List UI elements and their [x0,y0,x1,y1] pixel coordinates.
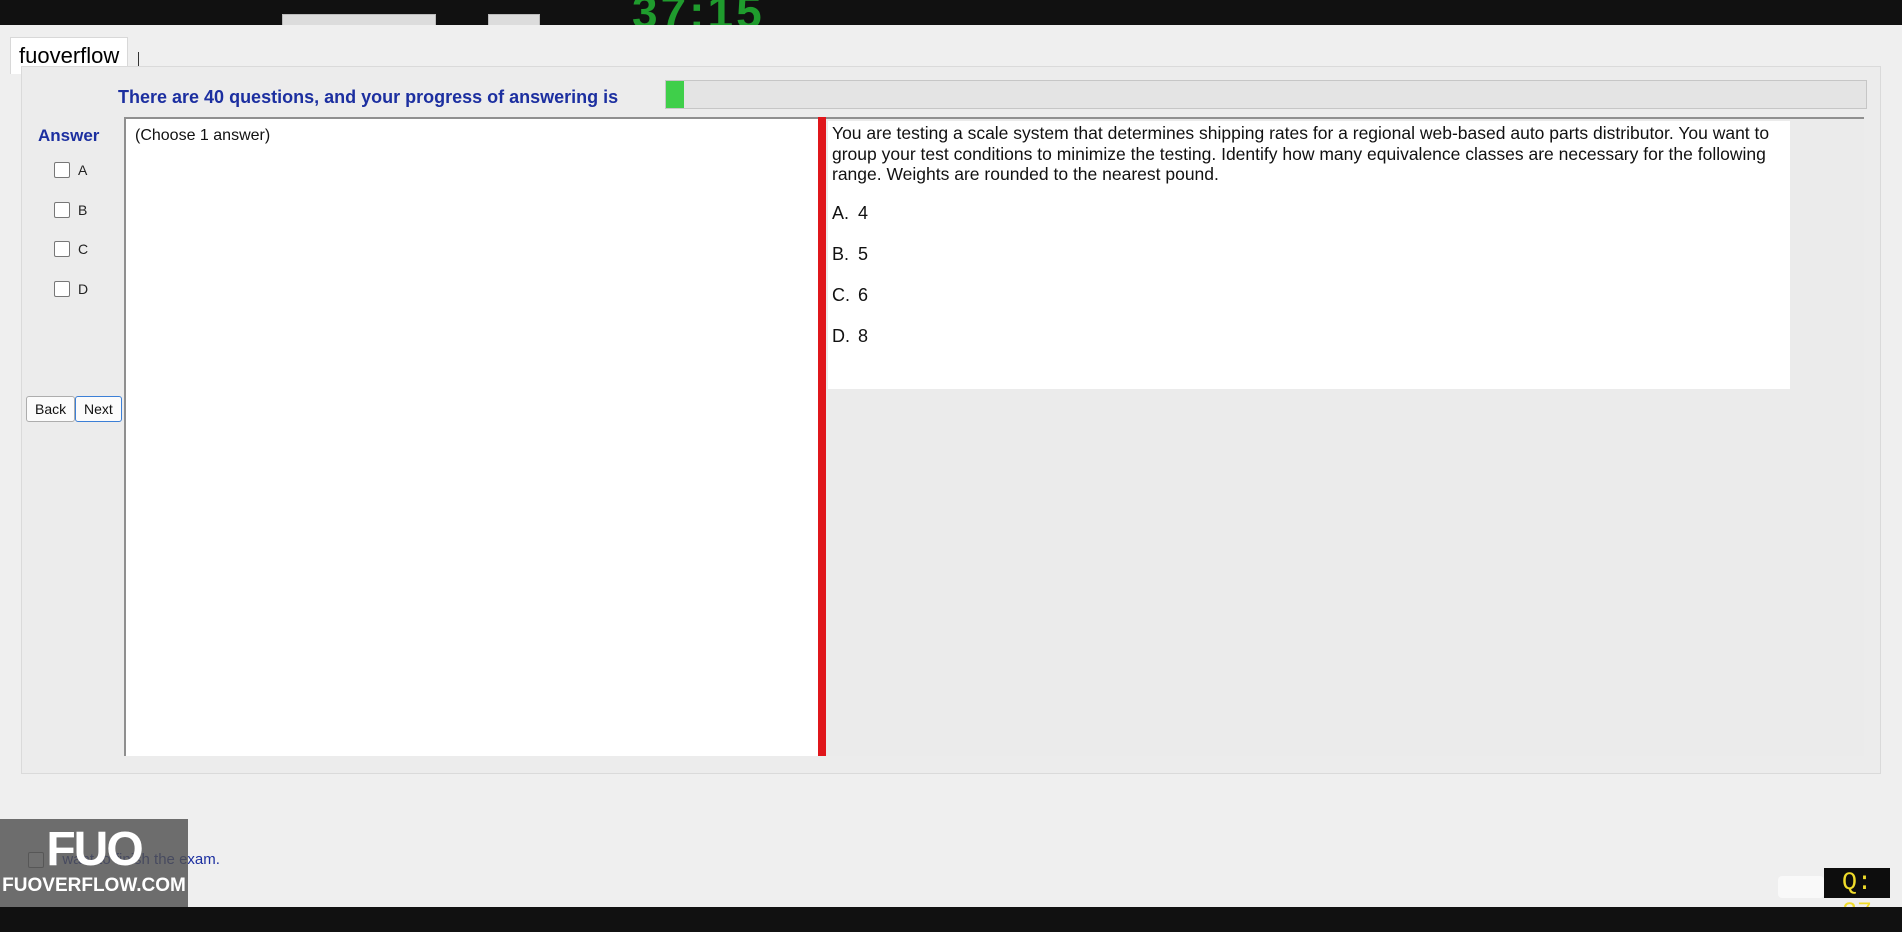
answer-option-d[interactable]: D [54,281,88,297]
answer-notes-panel: (Choose 1 answer) [124,117,819,756]
option-letter: D. [832,326,850,346]
fuoverflow-logo: FUO FUOVERFLOW.COM [0,819,188,907]
logo-text: FUOVERFLOW.COM [2,875,186,896]
bottom-bar [0,907,1902,932]
checkbox[interactable] [54,281,70,297]
top-bar: 37:15 [0,0,1902,25]
option-value: 5 [858,244,869,264]
answer-option-a[interactable]: A [54,162,87,178]
answer-option-b[interactable]: B [54,202,87,218]
back-button[interactable]: Back [26,396,76,422]
checkbox[interactable] [54,162,70,178]
option-value: 8 [858,326,869,346]
question-option-d: D. 8 [832,326,868,347]
toolbar-input[interactable] [488,14,540,25]
answer-option-label: C [78,241,89,257]
option-value: 6 [858,285,869,305]
exam-timer: 37:15 [632,0,765,25]
next-button[interactable]: Next [75,396,122,422]
overlay-patch [1778,876,1824,898]
question-option-b: B. 5 [832,244,868,265]
answer-option-c[interactable]: C [54,241,88,257]
toolbar-dropdown[interactable] [282,14,436,25]
panel-splitter[interactable] [818,117,826,756]
checkbox[interactable] [54,241,70,257]
option-letter: C. [832,285,850,305]
option-value: 4 [858,203,869,223]
progress-label: There are 40 questions, and your progres… [118,87,619,107]
progress-bar [665,80,1867,109]
option-letter: B. [832,244,850,264]
answer-option-label: A [78,162,88,178]
progress-bar-fill [666,81,684,108]
question-number-badge: Q: 27 [1824,868,1890,927]
question-text: You are testing a scale system that dete… [832,123,1770,184]
logo-mark: FUO [46,823,143,876]
checkbox[interactable] [54,202,70,218]
choose-instruction: (Choose 1 answer) [135,127,271,144]
answer-option-label: D [78,281,89,297]
answer-option-label: B [78,202,88,218]
question-option-c: C. 6 [832,285,868,306]
answer-heading: Answer [38,126,100,145]
question-option-a: A. 4 [832,203,868,224]
question-box: You are testing a scale system that dete… [828,121,1790,389]
option-letter: A. [832,203,850,223]
